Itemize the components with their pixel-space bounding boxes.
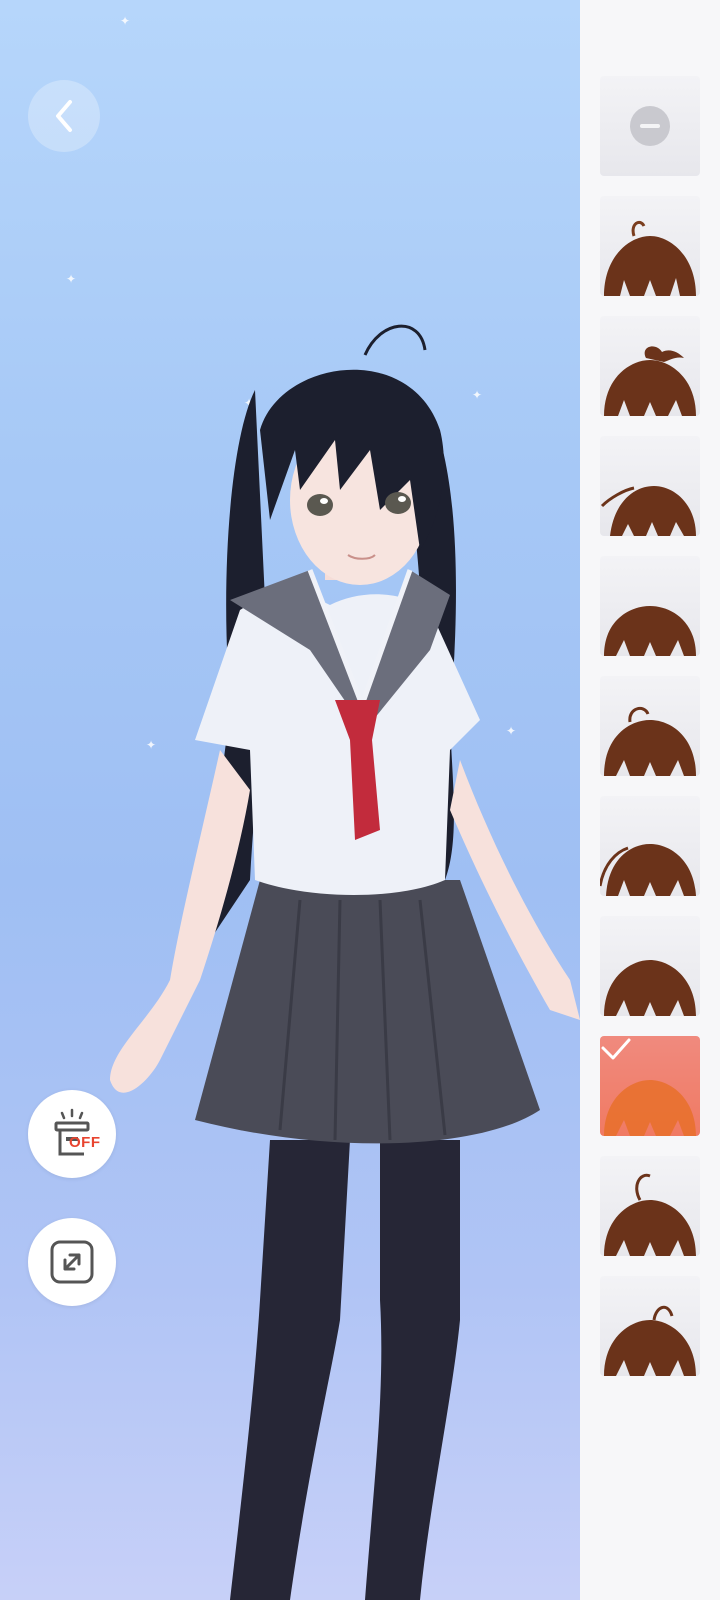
hairstyle-icon: [604, 1305, 696, 1376]
toggle-off-label: OFF: [69, 1134, 101, 1151]
lamp-toggle-button[interactable]: OFF: [28, 1090, 116, 1178]
hairstyle-panel[interactable]: [580, 0, 720, 1600]
chevron-left-icon: [56, 100, 72, 132]
hairstyle-option[interactable]: [600, 1276, 700, 1376]
hairstyle-icon: [600, 844, 696, 896]
sparkle: ✦: [66, 272, 77, 286]
hairstyle-option[interactable]: [600, 916, 700, 1016]
hairstyle-icon: [604, 1173, 696, 1256]
expand-icon: [50, 1240, 94, 1284]
sparkle: ✦: [120, 14, 131, 28]
hairstyle-icon: [604, 346, 696, 416]
hairstyle-option-selected[interactable]: [600, 1036, 700, 1136]
hairstyle-option[interactable]: [600, 316, 700, 416]
fullscreen-button[interactable]: [28, 1218, 116, 1306]
hairstyle-icon: [600, 486, 696, 536]
character-viewport[interactable]: ✦ ✦ ✦ ✦ ✦ ✦ OFF: [0, 0, 580, 1600]
character-model[interactable]: [80, 320, 580, 1600]
hairstyle-option[interactable]: [600, 676, 700, 776]
hairstyle-option[interactable]: [600, 436, 700, 536]
hairstyle-option[interactable]: [600, 196, 700, 296]
hairstyle-option[interactable]: [600, 796, 700, 896]
hairstyle-icon: [604, 220, 696, 296]
checkmark-icon: [601, 1038, 631, 1060]
back-button[interactable]: [28, 80, 100, 152]
hairstyle-option-none[interactable]: [600, 76, 700, 176]
hairstyle-option[interactable]: [600, 1156, 700, 1256]
hairstyle-icon: [604, 606, 696, 656]
none-icon: [630, 106, 670, 146]
hairstyle-icon: [604, 706, 696, 776]
hairstyle-option[interactable]: [600, 556, 700, 656]
hairstyle-icon: [604, 960, 696, 1016]
